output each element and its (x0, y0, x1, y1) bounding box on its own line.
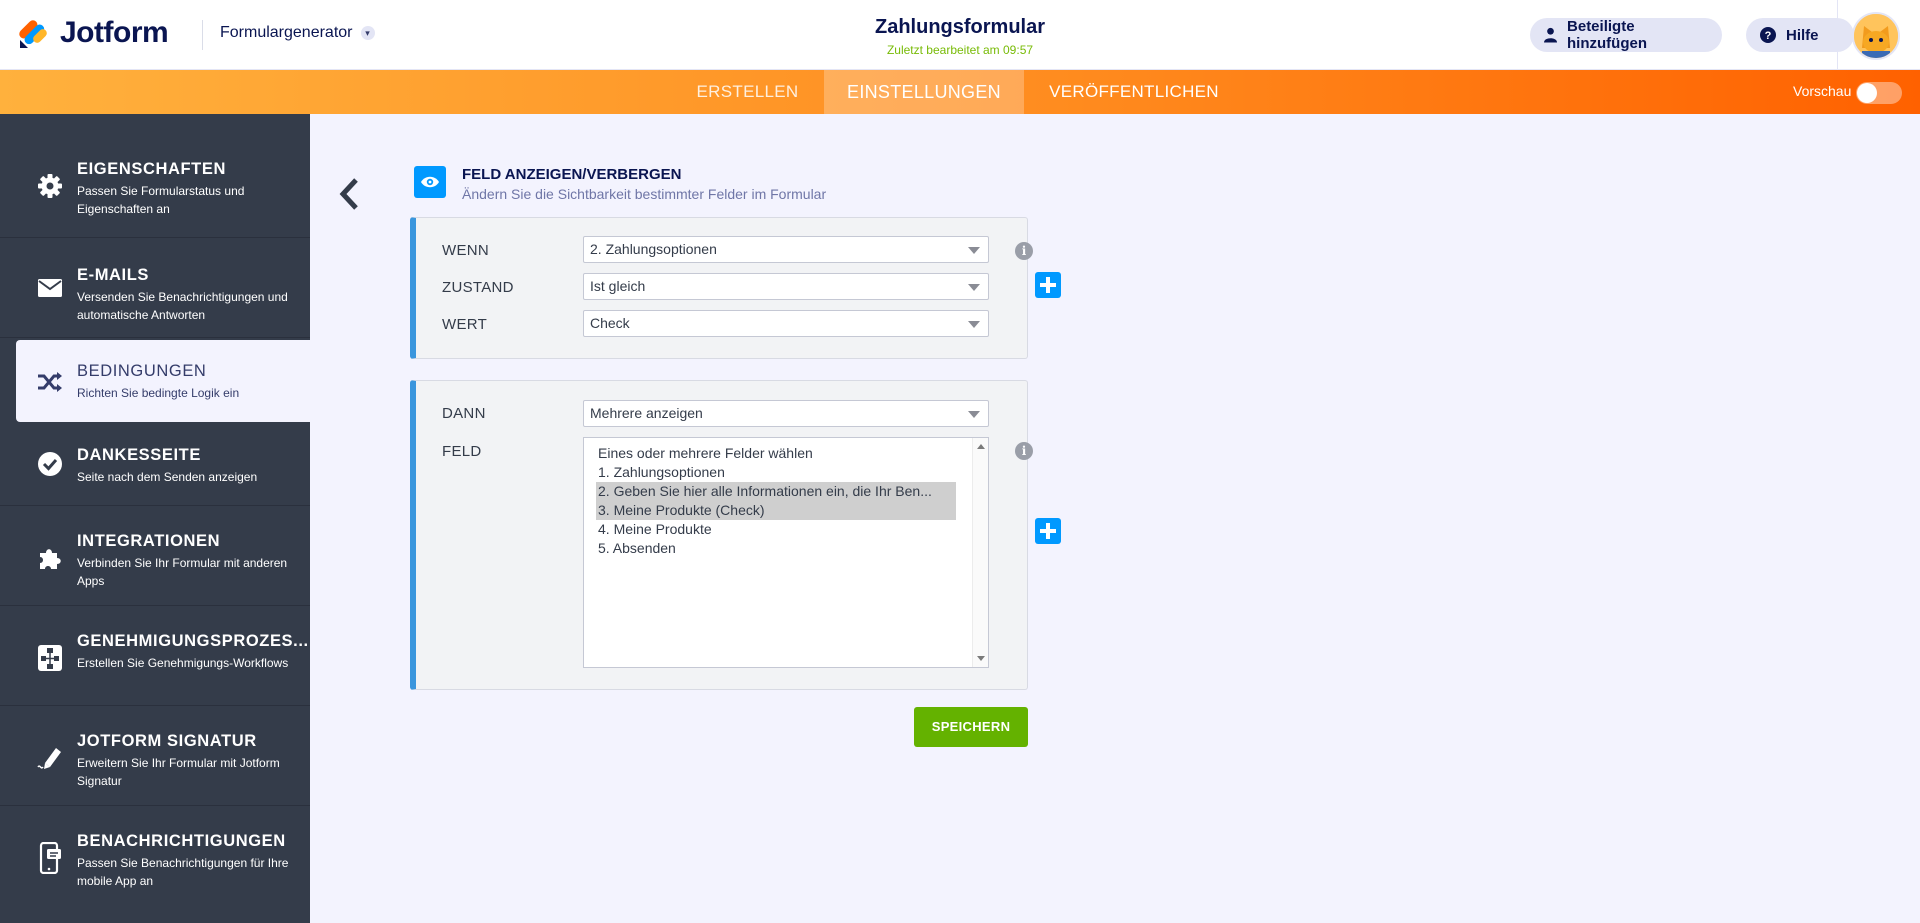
save-button[interactable]: SPEICHERN (914, 707, 1028, 747)
sidebar-item-title: JOTFORM SIGNATUR (77, 732, 257, 750)
chevron-down-icon (968, 247, 980, 254)
sidebar-item-properties[interactable]: EIGENSCHAFTEN Passen Sie Formularstatus … (0, 114, 310, 238)
builder-navbar: ERSTELLEN EINSTELLUNGEN VERÖFFENTLICHEN … (0, 70, 1920, 114)
check-circle-icon (36, 450, 64, 478)
sidebar-item-desc: Passen Sie Formularstatus und Eigenschaf… (77, 184, 245, 216)
mobile-icon (36, 842, 64, 874)
tab-publish[interactable]: VERÖFFENTLICHEN (1034, 70, 1234, 114)
help-icon: ? (1760, 27, 1776, 43)
sidebar-item-desc: Richten Sie bedingte Logik ein (77, 386, 240, 400)
list-item[interactable]: 4. Meine Produkte (596, 520, 956, 539)
if-field-select[interactable]: 2. Zahlungsoptionen (583, 236, 989, 263)
value-select[interactable]: Check (583, 310, 989, 337)
preview-toggle-knob (1857, 83, 1877, 103)
scroll-down-icon[interactable] (977, 656, 985, 661)
field-label: FELD (442, 443, 482, 460)
sidebar-item-jotform-sign[interactable]: JOTFORM SIGNATUR Erweitern Sie Ihr Formu… (0, 706, 310, 806)
sidebar-item-title: INTEGRATIONEN (77, 532, 221, 550)
list-item[interactable]: 5. Absenden (596, 539, 956, 558)
top-header: Jotform Formulargenerator ▾ Zahlungsform… (0, 0, 1920, 70)
pen-icon (36, 744, 64, 772)
value-value: Check (590, 315, 630, 331)
panel-title: FELD ANZEIGEN/VERBERGEN (462, 166, 682, 183)
back-arrow-icon[interactable] (336, 176, 362, 212)
add-collaborators-button[interactable]: Beteiligte hinzufügen (1530, 18, 1722, 52)
sidebar-item-desc: Erweitern Sie Ihr Formular mit Jotform S… (77, 756, 280, 788)
panel-subtitle: Ändern Sie die Sichtbarkeit bestimmter F… (462, 186, 827, 202)
state-value: Ist gleich (590, 278, 646, 294)
list-item[interactable]: 1. Zahlungsoptionen (596, 463, 956, 482)
jotform-logo[interactable]: Jotform (18, 16, 169, 50)
settings-sidebar: EIGENSCHAFTEN Passen Sie Formularstatus … (0, 114, 310, 923)
chevron-down-icon (968, 411, 980, 418)
sidebar-item-notifications[interactable]: BENACHRICHTIGUNGEN Passen Sie Benachrich… (0, 806, 310, 923)
sidebar-item-title: BEDINGUNGEN (77, 362, 207, 380)
scroll-up-icon[interactable] (977, 444, 985, 449)
chevron-down-icon (968, 284, 980, 291)
avatar[interactable] (1852, 12, 1900, 60)
jotform-logo-icon (18, 16, 50, 50)
sidebar-item-integrations[interactable]: INTEGRATIONEN Verbinden Sie Ihr Formular… (0, 506, 310, 606)
header-separator-right (1837, 0, 1838, 70)
then-label: DANN (442, 405, 486, 422)
action-card: DANN Mehrere anzeigen FELD Eines oder me… (410, 380, 1033, 690)
eye-icon (414, 166, 446, 198)
sidebar-item-emails[interactable]: E-MAILS Versenden Sie Benachrichtigungen… (0, 238, 310, 338)
sidebar-item-title: E-MAILS (77, 266, 150, 284)
add-collaborators-label: Beteiligte hinzufügen (1567, 18, 1647, 52)
state-label: ZUSTAND (442, 279, 514, 296)
info-icon[interactable]: i (1015, 442, 1033, 460)
add-condition-button[interactable] (1035, 272, 1061, 298)
preview-label: Vorschau (1793, 83, 1852, 99)
sidebar-item-conditions[interactable]: BEDINGUNGEN Richten Sie bedingte Logik e… (16, 340, 310, 422)
chevron-down-icon: ▾ (360, 26, 375, 40)
user-icon (1544, 27, 1558, 43)
info-icon[interactable]: i (1015, 242, 1033, 260)
sidebar-item-desc: Verbinden Sie Ihr Formular mit anderen A… (77, 556, 288, 588)
workflow-icon (36, 644, 64, 672)
sidebar-item-title: EIGENSCHAFTEN (77, 160, 226, 178)
value-label: WERT (442, 316, 488, 333)
sidebar-item-thank-you-page[interactable]: DANKESSEITE Seite nach dem Senden anzeig… (0, 422, 310, 506)
sidebar-item-title: BENACHRICHTIGUNGEN (77, 832, 286, 850)
preview-toggle[interactable] (1856, 82, 1902, 104)
form-builder-dropdown[interactable]: Formulargenerator ▾ (220, 24, 375, 42)
then-action-value: Mehrere anzeigen (590, 405, 703, 421)
sidebar-item-title: GENEHMIGUNGSPROZES... (77, 632, 309, 650)
tab-create[interactable]: ERSTELLEN (680, 70, 815, 114)
sidebar-item-desc: Seite nach dem Senden anzeigen (77, 470, 258, 484)
state-select[interactable]: Ist gleich (583, 273, 989, 300)
list-item[interactable]: 3. Meine Produkte (Check) (596, 501, 956, 520)
if-field-value: 2. Zahlungsoptionen (590, 241, 717, 257)
logo-text: Jotform (60, 16, 169, 49)
sidebar-item-approval-flows[interactable]: GENEHMIGUNGSPROZES... Erstellen Sie Gene… (0, 606, 310, 706)
condition-card: WENN 2. Zahlungsoptionen i ZUSTAND Ist g… (410, 217, 1033, 359)
help-label: Hilfe (1786, 26, 1819, 44)
list-item[interactable]: Eines oder mehrere Felder wählen (596, 444, 956, 463)
gear-icon (36, 172, 64, 200)
sidebar-item-desc: Versenden Sie Benachrichtigungen und aut… (77, 290, 288, 322)
header-separator (202, 20, 203, 50)
sidebar-item-title: DANKESSEITE (77, 446, 201, 464)
form-builder-label: Formulargenerator (220, 24, 353, 41)
sidebar-item-desc: Erstellen Sie Genehmigungs-Workflows (77, 656, 289, 670)
mail-icon (36, 274, 64, 302)
avatar-cat-icon (1854, 14, 1898, 58)
listbox-scrollbar[interactable] (972, 438, 988, 667)
tab-settings[interactable]: EINSTELLUNGEN (824, 70, 1024, 114)
then-action-select[interactable]: Mehrere anzeigen (583, 400, 989, 427)
svg-text:?: ? (1765, 30, 1772, 42)
puzzle-icon (36, 544, 64, 572)
sidebar-item-desc: Passen Sie Benachrichtigungen für Ihre m… (77, 856, 289, 888)
list-item[interactable]: 2. Geben Sie hier alle Informationen ein… (596, 482, 956, 501)
shuffle-icon (36, 368, 64, 396)
chevron-down-icon (968, 321, 980, 328)
add-action-button[interactable] (1035, 518, 1061, 544)
if-label: WENN (442, 242, 490, 259)
field-multiselect[interactable]: Eines oder mehrere Felder wählen 1. Zahl… (583, 437, 989, 668)
